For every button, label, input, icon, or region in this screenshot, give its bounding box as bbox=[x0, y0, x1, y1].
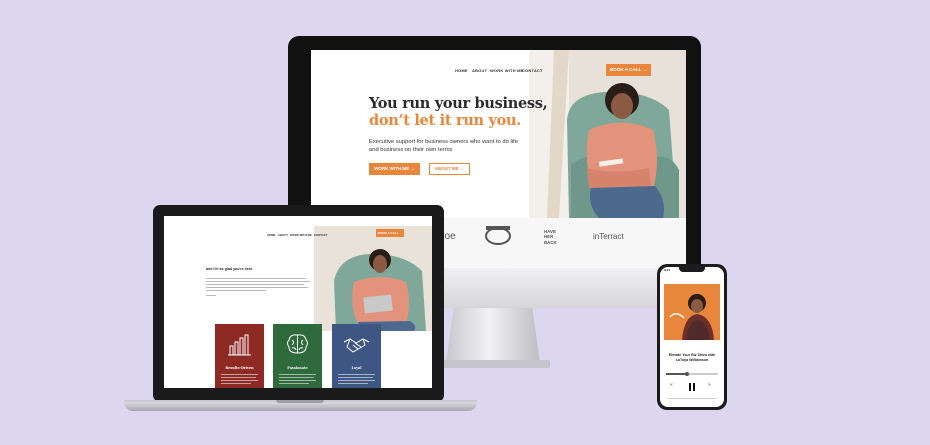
nav-work-with-me[interactable]: WORK WITH ME bbox=[490, 68, 524, 73]
bar-chart-icon bbox=[228, 334, 251, 356]
handshake-icon bbox=[343, 338, 370, 353]
about-photo bbox=[314, 226, 432, 331]
laptop-nav-work-with-me[interactable]: WORK WITH ME bbox=[290, 233, 312, 237]
hero-headline-accent: don’t let it run you. bbox=[369, 112, 522, 129]
about-me-button[interactable]: ABOUT ME → bbox=[429, 163, 470, 175]
hero-headline: You run your business, bbox=[369, 95, 548, 112]
forward-icon[interactable]: » bbox=[708, 382, 711, 388]
hero-subtext: Executive support for business owners wh… bbox=[369, 139, 518, 153]
card-title: Passionate bbox=[287, 366, 308, 370]
laptop-nav-home[interactable]: HOME bbox=[267, 233, 275, 237]
card-text-line bbox=[279, 374, 316, 375]
brain-icon bbox=[287, 334, 308, 354]
phone-notch bbox=[679, 267, 705, 272]
logo-interract: inTerract bbox=[593, 232, 624, 241]
laptop-screen: HOME ABOUT WORK WITH ME CONTACT BOOK A C… bbox=[164, 216, 432, 388]
value-card-passionate: Passionate bbox=[273, 324, 322, 388]
rewind-icon[interactable]: « bbox=[670, 382, 673, 388]
logo-seal-icon bbox=[485, 226, 511, 245]
card-text-line bbox=[338, 383, 368, 384]
imac-stand-foot bbox=[438, 360, 550, 368]
status-time: 9:41 bbox=[664, 268, 671, 272]
about-text-line bbox=[206, 290, 266, 292]
card-text-line bbox=[338, 377, 373, 378]
card-title: Results-Driven bbox=[225, 366, 254, 370]
volume-slider[interactable] bbox=[668, 398, 716, 400]
value-card-results-driven: Results-Driven bbox=[215, 324, 264, 388]
about-text-line bbox=[206, 281, 310, 283]
card-text-line bbox=[279, 380, 316, 381]
episode-title: Elevate Your Biz Show with LaToya Willia… bbox=[668, 353, 716, 362]
card-text-line bbox=[338, 380, 375, 381]
playback-scrubber[interactable] bbox=[685, 371, 689, 376]
laptop-book-call-button[interactable]: BOOK A CALL → bbox=[376, 229, 404, 237]
card-text-line bbox=[279, 377, 314, 378]
laptop-nav-contact[interactable]: CONTACT bbox=[314, 233, 327, 237]
nav-home[interactable]: HOME bbox=[455, 68, 468, 73]
card-title: Loyal bbox=[351, 366, 362, 370]
imac-stand bbox=[446, 308, 540, 364]
about-text-line bbox=[206, 278, 306, 280]
about-text-line bbox=[206, 287, 308, 289]
card-text-line bbox=[221, 377, 256, 378]
card-text-line bbox=[338, 374, 375, 375]
book-call-button[interactable]: BOOK A CALL → bbox=[606, 64, 651, 76]
value-card-loyal: Loyal bbox=[332, 324, 381, 388]
card-text-line bbox=[279, 383, 309, 384]
work-with-me-button[interactable]: WORK WITH ME → bbox=[369, 163, 420, 175]
card-text-line bbox=[221, 383, 251, 384]
about-text-line bbox=[206, 295, 216, 297]
nav-about[interactable]: ABOUT bbox=[472, 68, 487, 73]
laptop-notch bbox=[276, 400, 324, 403]
card-text-line bbox=[221, 380, 258, 381]
laptop-base bbox=[124, 402, 477, 411]
card-text-line bbox=[221, 374, 258, 375]
pause-icon[interactable] bbox=[686, 381, 698, 393]
about-text-line bbox=[206, 284, 304, 286]
laptop-nav-about[interactable]: ABOUT bbox=[278, 233, 288, 237]
logo-have-her-back: HAVE HER BACK bbox=[544, 229, 557, 245]
playback-progress bbox=[666, 373, 686, 375]
podcast-cover-art bbox=[664, 284, 720, 340]
about-greeting: and I'm so glad you're here. bbox=[206, 267, 254, 271]
nav-contact[interactable]: CONTACT bbox=[522, 68, 543, 73]
